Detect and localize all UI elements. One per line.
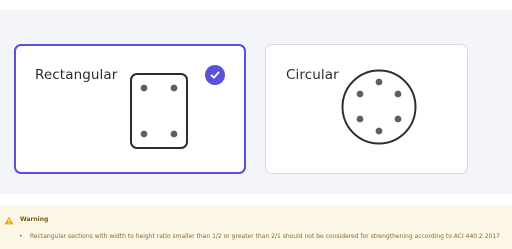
rectangular-section-icon <box>130 73 188 149</box>
circular-option-label: Circular <box>286 67 339 83</box>
rectangular-option-label: Rectangular <box>35 67 118 83</box>
warning-message: Rectangular sections with width to heigh… <box>30 233 501 240</box>
check-circle-icon <box>205 65 225 85</box>
circular-section-icon <box>341 69 417 145</box>
circular-option-card[interactable]: Circular <box>265 44 468 174</box>
rectangular-option-card[interactable]: Rectangular <box>14 44 246 174</box>
warning-title: Warning <box>20 216 49 223</box>
warning-bullet: • <box>19 233 23 240</box>
warning-banner <box>0 205 512 249</box>
warning-triangle-icon <box>4 216 14 225</box>
